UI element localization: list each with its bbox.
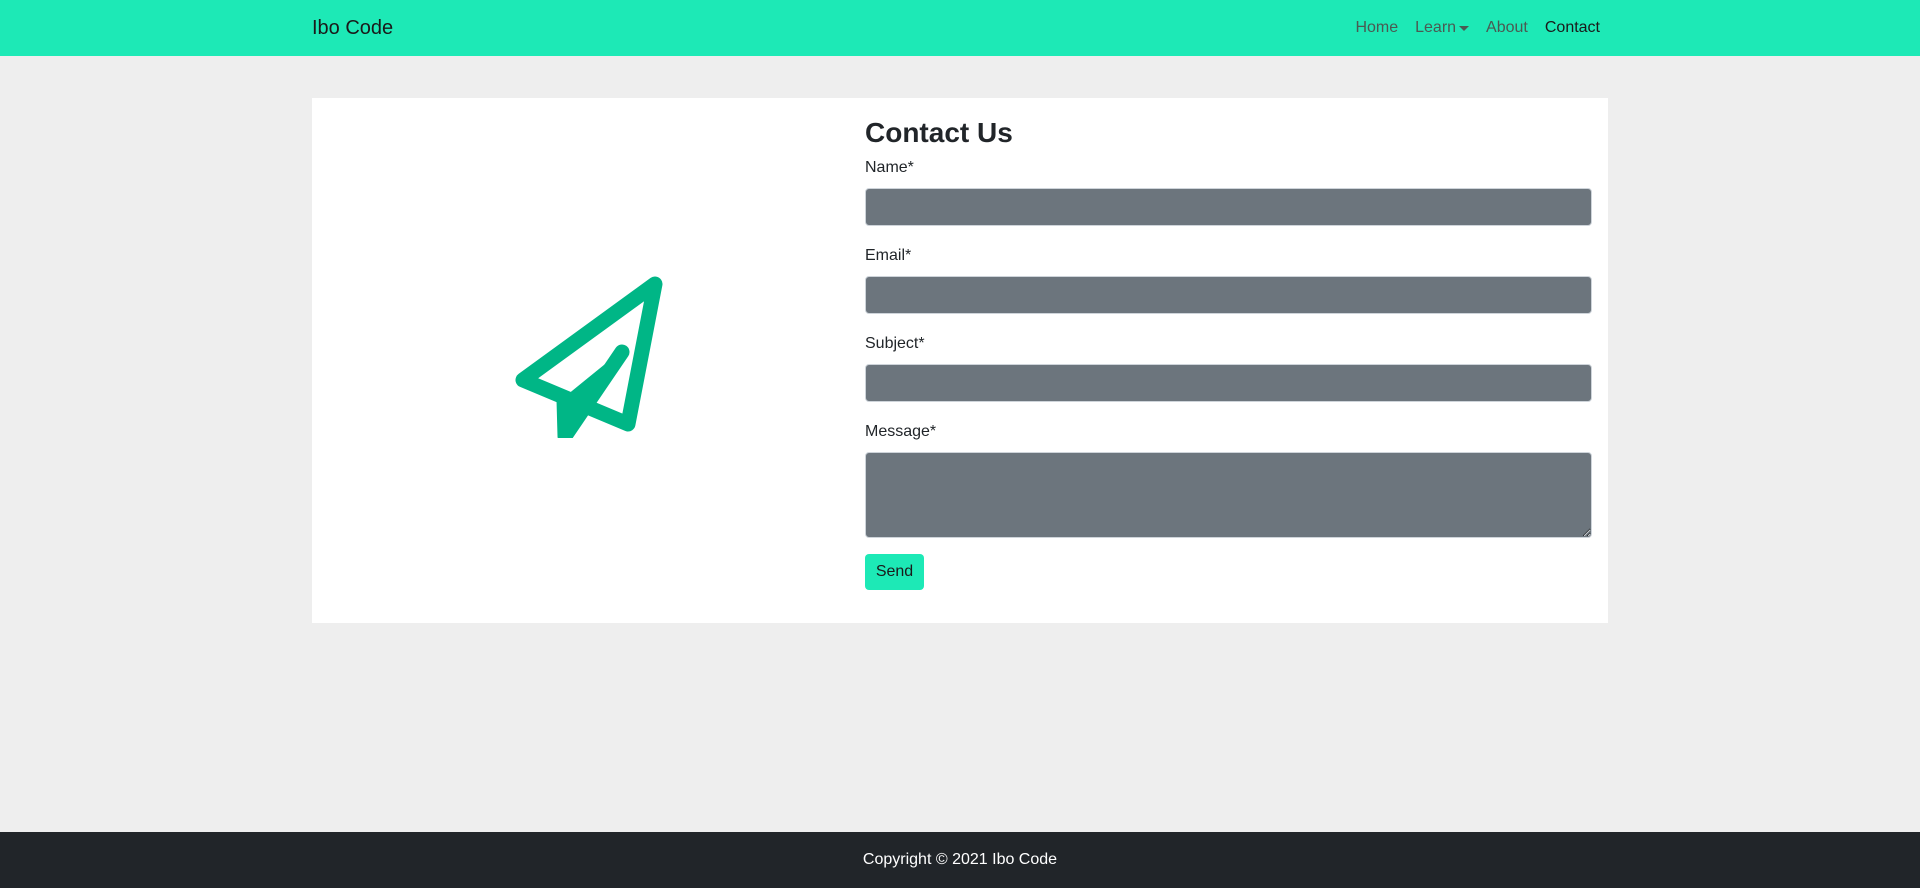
message-label: Message* <box>865 423 937 440</box>
contact-form: Contact Us Name* Email* Subject* Message… <box>865 116 1593 590</box>
navbar: Ibo Code Home Learn About Contact <box>0 0 1920 56</box>
email-label: Email* <box>865 247 912 264</box>
contact-card: Contact Us Name* Email* Subject* Message… <box>312 98 1608 623</box>
subject-label: Subject* <box>865 335 925 352</box>
send-button[interactable]: Send <box>865 554 924 590</box>
nav-link-contact[interactable]: Contact <box>1545 18 1600 38</box>
footer: Copyright © 2021 Ibo Code <box>0 832 1920 888</box>
name-input[interactable] <box>865 188 1592 226</box>
email-input[interactable] <box>865 276 1592 314</box>
message-textarea[interactable] <box>865 452 1592 538</box>
footer-copyright: Copyright © 2021 Ibo Code <box>862 851 1058 868</box>
nav-link-home[interactable]: Home <box>1355 18 1398 38</box>
nav-link-about[interactable]: About <box>1486 18 1528 38</box>
caret-down-icon <box>1459 26 1470 31</box>
paper-plane-svg <box>515 276 663 444</box>
paper-plane-icon <box>502 268 682 444</box>
name-label: Name* <box>865 159 914 176</box>
brand-link[interactable]: Ibo Code <box>312 16 393 40</box>
nav-link-learn-label: Learn <box>1415 19 1457 36</box>
nav-links: Home Learn About Contact <box>1338 18 1600 38</box>
nav-link-learn-dropdown[interactable]: Learn <box>1415 18 1470 38</box>
form-title: Contact Us <box>865 117 1013 148</box>
subject-input[interactable] <box>865 364 1592 402</box>
